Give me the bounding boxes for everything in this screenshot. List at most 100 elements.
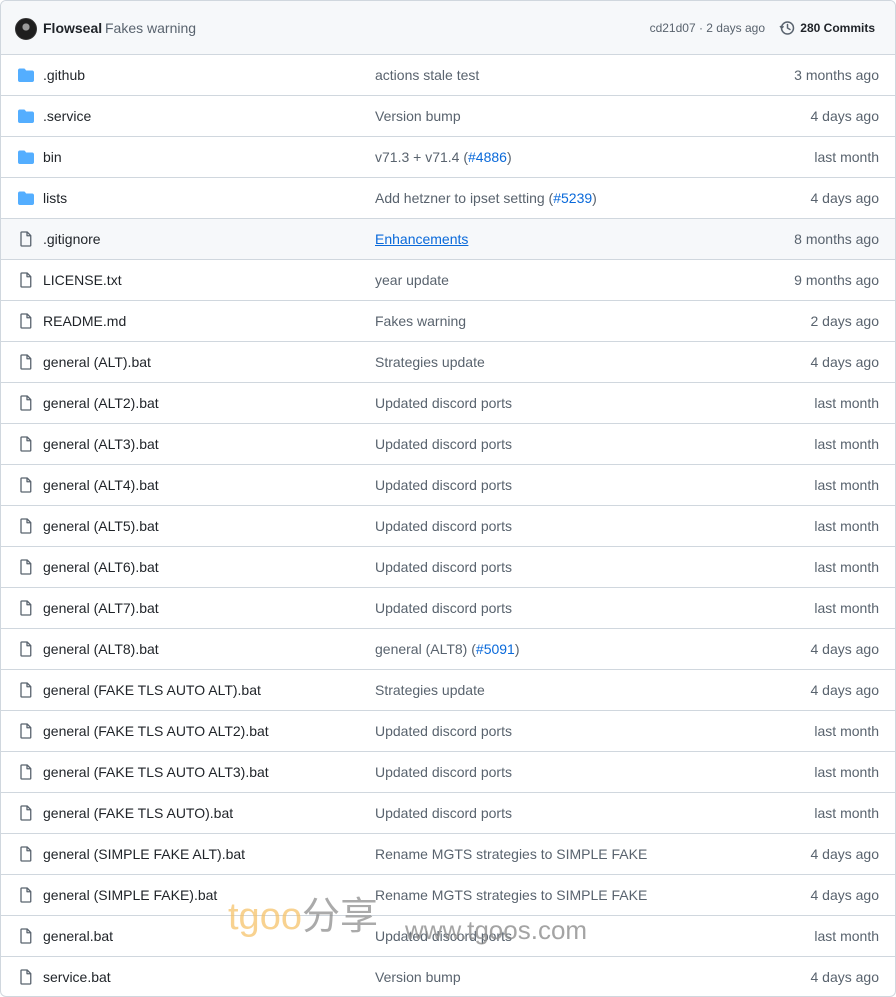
file-name-link[interactable]: .service	[43, 108, 91, 124]
latest-commit-bar: Flowseal Fakes warning cd21d07 · 2 days …	[1, 1, 895, 55]
file-name-link[interactable]: general.bat	[43, 928, 113, 944]
table-row[interactable]: bin v71.3 + v71.4 (#4886) last month	[1, 137, 895, 178]
commit-age: last month	[814, 764, 879, 780]
commit-message[interactable]: Updated discord ports	[375, 928, 512, 944]
file-name-link[interactable]: general (SIMPLE FAKE).bat	[43, 887, 217, 903]
table-row[interactable]: general.bat Updated discord ports last mon…	[1, 916, 895, 957]
commit-message[interactable]: Add hetzner to ipset setting (#5239)	[375, 190, 597, 206]
commit-message[interactable]: Version bump	[375, 108, 461, 124]
table-row[interactable]: general (ALT7).bat Updated discord ports l…	[1, 588, 895, 629]
latest-commit-message[interactable]: Fakes warning	[105, 20, 196, 36]
file-name-link[interactable]: general (ALT6).bat	[43, 559, 159, 575]
file-name-link[interactable]: general (ALT).bat	[43, 354, 151, 370]
file-name-link[interactable]: general (FAKE TLS AUTO ALT2).bat	[43, 723, 269, 739]
commit-message[interactable]: actions stale test	[375, 67, 479, 83]
commit-author[interactable]: Flowseal	[43, 20, 102, 36]
file-name-link[interactable]: README.md	[43, 313, 126, 329]
table-row[interactable]: service.bat Version bump 4 days ago	[1, 957, 895, 996]
table-row[interactable]: .gitignore Enhancements 8 months ago	[1, 219, 895, 260]
table-row[interactable]: .github actions stale test 3 months ago	[1, 55, 895, 96]
file-name-link[interactable]: lists	[43, 190, 67, 206]
commit-link[interactable]: Enhancements	[375, 231, 468, 247]
table-row[interactable]: general (FAKE TLS AUTO ALT3).bat Updated …	[1, 752, 895, 793]
commit-message[interactable]: Enhancements	[375, 231, 468, 247]
commit-message[interactable]: Strategies update	[375, 682, 485, 698]
table-row[interactable]: general (ALT5).bat Updated discord ports l…	[1, 506, 895, 547]
commit-message[interactable]: Updated discord ports	[375, 436, 512, 452]
file-name-link[interactable]: general (FAKE TLS AUTO).bat	[43, 805, 233, 821]
commit-message[interactable]: Version bump	[375, 969, 461, 985]
author-avatar[interactable]	[15, 18, 37, 40]
commit-message[interactable]: Updated discord ports	[375, 395, 512, 411]
file-icon	[18, 764, 34, 780]
commit-link[interactable]: #4886	[468, 149, 507, 165]
commit-sha-time[interactable]: cd21d07 · 2 days ago	[650, 21, 765, 35]
file-name-link[interactable]: LICENSE.txt	[43, 272, 122, 288]
commit-message[interactable]: Updated discord ports	[375, 518, 512, 534]
commit-age: 3 months ago	[794, 67, 879, 83]
commit-message-text: general (ALT8) (	[375, 641, 476, 657]
commit-message[interactable]: general (ALT8) (#5091)	[375, 641, 520, 657]
table-row[interactable]: general (FAKE TLS AUTO ALT).bat Strategie…	[1, 670, 895, 711]
table-row[interactable]: general (ALT3).bat Updated discord ports l…	[1, 424, 895, 465]
commit-link[interactable]: #5239	[553, 190, 592, 206]
table-row[interactable]: general (FAKE TLS AUTO ALT2).bat Updated …	[1, 711, 895, 752]
commit-message[interactable]: Fakes warning	[375, 313, 466, 329]
file-name-link[interactable]: general (ALT5).bat	[43, 518, 159, 534]
commit-age: 4 days ago	[810, 641, 880, 657]
commit-message-text: Rename MGTS strategies to SIMPLE FAKE	[375, 887, 648, 903]
commit-message[interactable]: Updated discord ports	[375, 600, 512, 616]
file-name-link[interactable]: general (ALT4).bat	[43, 477, 159, 493]
file-icon	[18, 600, 34, 616]
commit-message[interactable]: Updated discord ports	[375, 764, 512, 780]
file-name-link[interactable]: general (ALT8).bat	[43, 641, 159, 657]
commits-link[interactable]: 280 Commits	[779, 20, 875, 36]
commit-message-text: Fakes warning	[375, 313, 467, 329]
table-row[interactable]: general (SIMPLE FAKE ALT).bat Rename MGTS…	[1, 834, 895, 875]
commit-message-text: Strategies update	[375, 682, 485, 698]
file-icon	[18, 723, 34, 739]
commit-link[interactable]: #5091	[476, 641, 515, 657]
table-row[interactable]: general (ALT4).bat Updated discord ports l…	[1, 465, 895, 506]
file-name-link[interactable]: general (ALT2).bat	[43, 395, 159, 411]
commit-age: 8 months ago	[794, 231, 879, 247]
file-name-link[interactable]: service.bat	[43, 969, 111, 985]
commit-age: last month	[814, 559, 879, 575]
file-icon	[18, 518, 34, 534]
commit-age: 4 days ago	[810, 887, 880, 903]
table-row[interactable]: general (ALT).bat Strategies update 4 days…	[1, 342, 895, 383]
table-row[interactable]: LICENSE.txt year update 9 months ago	[1, 260, 895, 301]
commit-message[interactable]: Updated discord ports	[375, 477, 512, 493]
commit-message[interactable]: Rename MGTS strategies to SIMPLE FAKE	[375, 887, 647, 903]
file-name-link[interactable]: bin	[43, 149, 62, 165]
file-name-link[interactable]: general (FAKE TLS AUTO ALT3).bat	[43, 764, 269, 780]
commit-message[interactable]: v71.3 + v71.4 (#4886)	[375, 149, 512, 165]
commit-message-suffix: )	[506, 149, 512, 165]
file-name-link[interactable]: general (ALT3).bat	[43, 436, 159, 452]
commit-message-text: actions stale test	[375, 67, 480, 83]
table-row[interactable]: README.md Fakes warning 2 days ago	[1, 301, 895, 342]
file-name-link[interactable]: general (SIMPLE FAKE ALT).bat	[43, 846, 245, 862]
table-row[interactable]: general (ALT2).bat Updated discord ports l…	[1, 383, 895, 424]
commit-message[interactable]: year update	[375, 272, 449, 288]
table-row[interactable]: general (ALT8).bat general (ALT8) (#5091)…	[1, 629, 895, 670]
file-name-link[interactable]: .gitignore	[43, 231, 101, 247]
commit-message[interactable]: Updated discord ports	[375, 723, 512, 739]
commit-message-text: Updated discord ports	[375, 518, 512, 534]
commit-message[interactable]: Rename MGTS strategies to SIMPLE FAKE	[375, 846, 647, 862]
commit-message[interactable]: Strategies update	[375, 354, 485, 370]
file-name-link[interactable]: .github	[43, 67, 85, 83]
commit-age: last month	[814, 477, 879, 493]
table-row[interactable]: general (ALT6).bat Updated discord ports l…	[1, 547, 895, 588]
commit-message[interactable]: Updated discord ports	[375, 805, 512, 821]
commit-message-text: Updated discord ports	[375, 395, 512, 411]
commit-message[interactable]: Updated discord ports	[375, 559, 512, 575]
table-row[interactable]: general (FAKE TLS AUTO).bat Updated disco…	[1, 793, 895, 834]
table-row[interactable]: .service Version bump 4 days ago	[1, 96, 895, 137]
table-row[interactable]: general (SIMPLE FAKE).bat Rename MGTS str…	[1, 875, 895, 916]
file-icon	[18, 969, 34, 985]
table-row[interactable]: lists Add hetzner to ipset setting (#5239…	[1, 178, 895, 219]
file-browser: Flowseal Fakes warning cd21d07 · 2 days …	[0, 0, 896, 997]
file-name-link[interactable]: general (FAKE TLS AUTO ALT).bat	[43, 682, 261, 698]
file-name-link[interactable]: general (ALT7).bat	[43, 600, 159, 616]
